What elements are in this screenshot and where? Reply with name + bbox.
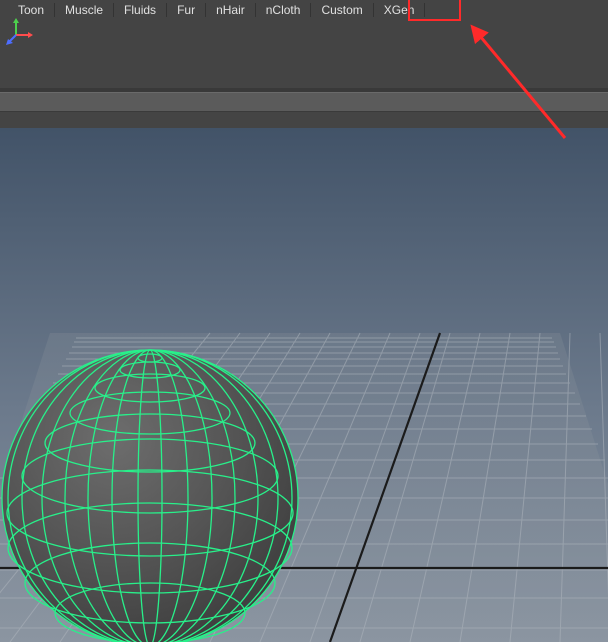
shelf-menubar: Toon Muscle Fluids Fur nHair nCloth Cust… <box>0 0 608 20</box>
toolbar-gap <box>0 46 608 88</box>
menu-ncloth[interactable]: nCloth <box>256 0 311 20</box>
menu-muscle[interactable]: Muscle <box>55 0 113 20</box>
menu-xgen[interactable]: XGen <box>374 0 425 20</box>
perspective-viewport[interactable] <box>0 128 608 642</box>
menu-fluids[interactable]: Fluids <box>114 0 166 20</box>
menu-separator <box>424 3 425 17</box>
sphere-object[interactable] <box>2 350 298 642</box>
menu-fur[interactable]: Fur <box>167 0 205 20</box>
axis-gizmo-icon <box>4 17 34 47</box>
panel-header-strip <box>0 92 608 112</box>
menu-custom[interactable]: Custom <box>311 0 372 20</box>
toolbar-gap <box>0 112 608 128</box>
menu-nhair[interactable]: nHair <box>206 0 255 20</box>
viewport-scene-icon <box>0 128 608 642</box>
axis-indicator-bar <box>0 20 608 46</box>
